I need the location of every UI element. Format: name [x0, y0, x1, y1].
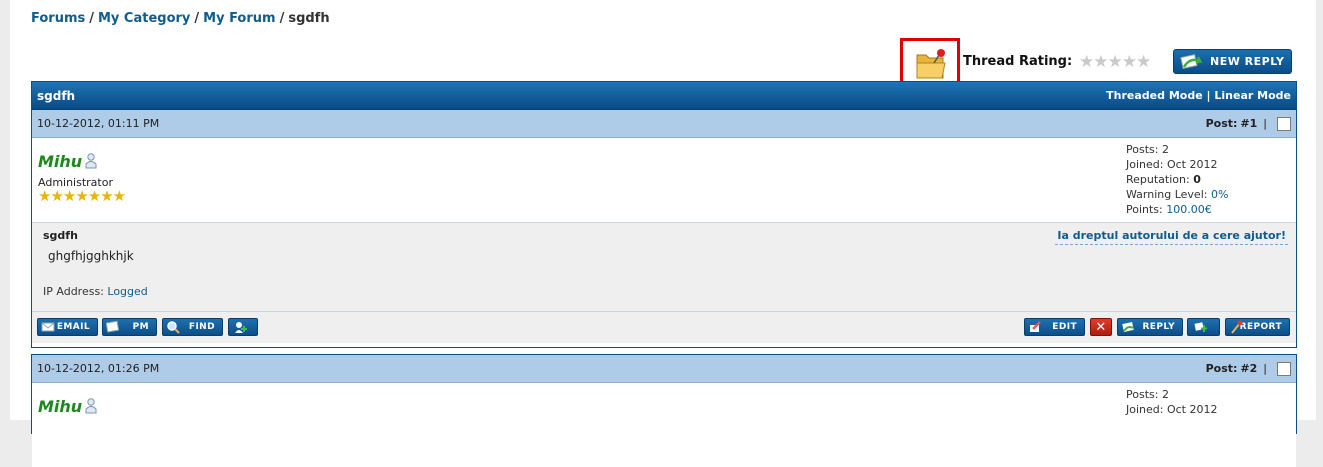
- reply-arrow-icon: [1180, 54, 1203, 69]
- find-button[interactable]: FIND: [162, 318, 223, 336]
- add-buddy-icon: [235, 322, 247, 333]
- delete-button[interactable]: ✕: [1090, 318, 1112, 336]
- multiquote-icon: [1194, 322, 1207, 332]
- posts-label: Posts:: [1126, 143, 1159, 156]
- username-link[interactable]: Mihu: [38, 397, 82, 416]
- magnifier-icon: [167, 321, 180, 334]
- post-label: Post:: [1205, 362, 1238, 375]
- add-buddy-button[interactable]: [228, 318, 258, 336]
- posts-count: 2: [1161, 143, 1169, 156]
- post-header: 10-12-2012, 01:11 PM Post: #1 |: [32, 110, 1296, 138]
- posts-label: Posts:: [1126, 388, 1159, 401]
- email-label: EMAIL: [56, 322, 90, 332]
- user-offline-icon: [85, 398, 97, 414]
- post-container: sgdfh Threaded Mode | Linear Mode 10-12-…: [31, 81, 1297, 348]
- points-label: Points:: [1126, 203, 1163, 216]
- user-offline-icon: [85, 153, 97, 169]
- post-number: Post: #1 |: [1205, 116, 1291, 131]
- post-header: 10-12-2012, 01:26 PM Post: #2 |: [32, 355, 1296, 383]
- multiquote-button[interactable]: [1187, 318, 1220, 336]
- find-label: FIND: [188, 322, 215, 332]
- breadcrumb-separator: /: [279, 11, 285, 26]
- new-reply-button[interactable]: NEW REPLY: [1173, 49, 1292, 74]
- joined-date: Oct 2012: [1166, 403, 1218, 416]
- linear-mode-link[interactable]: Linear Mode: [1214, 89, 1291, 102]
- ip-address: IP Address: Logged: [43, 285, 148, 298]
- thread-rating-label: Thread Rating:: [963, 54, 1073, 69]
- user-stats: Posts: 2 Joined: Oct 2012 Reputation: 0 …: [1126, 142, 1228, 217]
- report-label: REPORT: [1239, 322, 1282, 332]
- help-request-link[interactable]: Ia dreptul autorului de a cere ajutor!: [1055, 229, 1288, 245]
- new-reply-label: NEW REPLY: [1210, 55, 1285, 68]
- edit-button[interactable]: EDIT: [1024, 318, 1085, 336]
- user-stars: ★★★★★★★: [38, 187, 126, 205]
- joined-label: Joined:: [1126, 403, 1164, 416]
- email-icon: [41, 322, 55, 332]
- edit-icon: [1030, 321, 1041, 332]
- post-number-link[interactable]: #2: [1240, 362, 1257, 375]
- breadcrumb-separator: /: [194, 11, 200, 26]
- post-separator: |: [1263, 117, 1267, 130]
- joined-label: Joined:: [1126, 158, 1164, 171]
- thread-rating-stars[interactable]: ★★★★★: [1079, 52, 1151, 72]
- post-subject: sgdfh: [43, 229, 78, 242]
- reputation-value: 0: [1193, 173, 1201, 186]
- quote-reply-button[interactable]: REPLY: [1117, 318, 1183, 336]
- report-button[interactable]: REPORT: [1225, 318, 1290, 336]
- post-separator: |: [1263, 362, 1267, 375]
- breadcrumb-forums[interactable]: Forums: [31, 11, 85, 26]
- username-link[interactable]: Mihu: [38, 152, 82, 171]
- delete-icon: ✕: [1095, 319, 1107, 335]
- pm-label: PM: [132, 322, 149, 332]
- post-select-checkbox[interactable]: [1277, 116, 1291, 131]
- thread-title: sgdfh: [37, 88, 76, 103]
- points-link[interactable]: 100.00€: [1166, 203, 1212, 216]
- warning-level-link[interactable]: 0%: [1211, 188, 1228, 201]
- breadcrumb-current: sgdfh: [288, 11, 330, 26]
- pm-icon: [106, 320, 120, 333]
- post-buttons: EMAIL PM FIND EDIT ✕ REPLY REPORT: [32, 312, 1296, 343]
- post-container: 10-12-2012, 01:26 PM Post: #2 | Mihu Pos…: [31, 354, 1297, 467]
- mode-separator: |: [1206, 89, 1211, 102]
- post-date: 10-12-2012, 01:26 PM: [37, 362, 160, 375]
- post-number: Post: #2 |: [1205, 361, 1291, 376]
- ip-label: IP Address:: [43, 285, 104, 298]
- folder-pin-icon[interactable]: [900, 38, 960, 86]
- report-icon: [1231, 320, 1243, 334]
- post-label: Post:: [1205, 117, 1238, 130]
- view-modes: Threaded Mode | Linear Mode: [1106, 89, 1291, 102]
- posts-count: 2: [1161, 388, 1169, 401]
- breadcrumb-category[interactable]: My Category: [98, 11, 190, 26]
- ip-logged-link[interactable]: Logged: [107, 285, 147, 298]
- reply-label: REPLY: [1142, 322, 1175, 332]
- edit-label: EDIT: [1052, 322, 1077, 332]
- reply-icon: [1122, 322, 1134, 332]
- reputation-label: Reputation:: [1126, 173, 1190, 186]
- pm-button[interactable]: PM: [102, 318, 157, 336]
- post-date: 10-12-2012, 01:11 PM: [37, 117, 160, 130]
- post-author: Mihu Posts: 2 Joined: Oct 2012: [32, 383, 1296, 467]
- post-body: sgdfh ghgfhjgghkhjk IP Address: Logged I…: [32, 223, 1296, 312]
- breadcrumb: Forums / My Category / My Forum / sgdfh: [31, 11, 330, 26]
- user-stats: Posts: 2 Joined: Oct 2012: [1126, 387, 1217, 417]
- post-select-checkbox[interactable]: [1277, 361, 1291, 376]
- breadcrumb-forum[interactable]: My Forum: [203, 11, 275, 26]
- warning-label: Warning Level:: [1126, 188, 1208, 201]
- threaded-mode-link[interactable]: Threaded Mode: [1106, 89, 1203, 102]
- thread-header: sgdfh Threaded Mode | Linear Mode: [32, 82, 1296, 110]
- email-button[interactable]: EMAIL: [37, 318, 98, 336]
- joined-date: Oct 2012: [1166, 158, 1218, 171]
- post-message: ghgfhjgghkhjk: [48, 249, 134, 263]
- post-author: Mihu Administrator ★★★★★★★ Posts: 2 Join…: [32, 138, 1296, 223]
- page: Forums / My Category / My Forum / sgdfh Thread…: [10, 0, 1316, 467]
- post-number-link[interactable]: #1: [1240, 117, 1257, 130]
- breadcrumb-separator: /: [89, 11, 94, 26]
